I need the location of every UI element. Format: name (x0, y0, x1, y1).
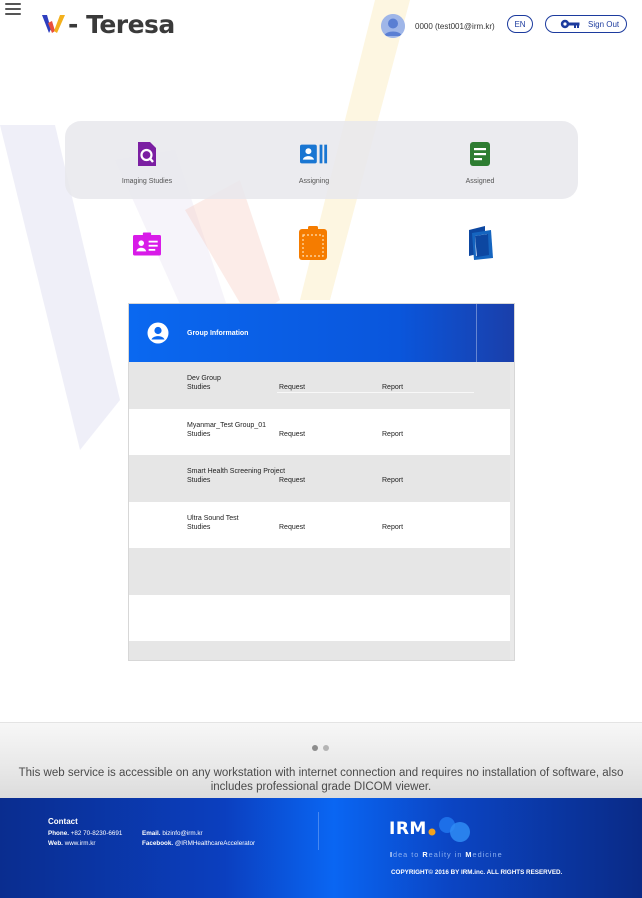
phone-line: Phone. +82 70-8230-6691 (48, 830, 122, 837)
studies-link[interactable]: Studies (187, 384, 210, 391)
contact-card-icon (133, 230, 161, 258)
group-name: Ultra Sound Test (187, 514, 239, 522)
empty-group-row (129, 641, 514, 660)
request-link[interactable]: Request (279, 477, 305, 484)
web-line: Web. www.irm.kr (48, 840, 95, 847)
app-title: - Teresa (68, 9, 175, 39)
key-icon (560, 19, 580, 29)
sign-out-label: Sign Out (588, 19, 620, 29)
studies-link[interactable]: Studies (187, 477, 210, 484)
menu-icon[interactable] (5, 3, 21, 15)
request-link[interactable]: Request (279, 431, 305, 438)
menu-assigning[interactable]: Assigning (288, 140, 340, 185)
empty-group-row (129, 594, 514, 641)
w-logo-icon (42, 15, 65, 33)
menu-contact-card[interactable] (130, 230, 164, 258)
group-name: Smart Health Screening Project (187, 468, 286, 475)
row-divider (277, 392, 474, 393)
menu-clipboard[interactable] (298, 226, 328, 260)
id-card-list-icon (300, 140, 328, 168)
group-information-header: Group Information (129, 304, 514, 362)
menu-book[interactable] (466, 226, 496, 260)
user-circle-icon (147, 322, 169, 344)
group-row: Ultra Sound Test Studies Request Report (129, 501, 514, 548)
group-name: Dev Group (187, 375, 221, 382)
footer-divider (318, 812, 319, 850)
carousel-dot-active[interactable] (312, 745, 318, 751)
group-information-title: Group Information (187, 329, 249, 337)
group-row: Dev Group Studies Request Report (129, 362, 514, 409)
email-label: Email. (142, 830, 161, 837)
menu-label: Imaging Studies (121, 178, 173, 185)
footer: Contact Phone. +82 70-8230-6691 Email. b… (0, 798, 642, 898)
phone-number[interactable]: +82 70-8230-6691 (71, 830, 123, 837)
menu-imaging-studies[interactable]: Imaging Studies (116, 140, 178, 185)
studies-link[interactable]: Studies (187, 431, 210, 438)
assignment-list-icon (466, 140, 494, 168)
app-logo[interactable]: - Teresa (42, 9, 175, 39)
web-url[interactable]: www.irm.kr (65, 840, 96, 847)
contact-title: Contact (48, 817, 78, 826)
email-address[interactable]: bizinfo@irm.kr (162, 830, 202, 837)
menu-label: Assigning (298, 178, 330, 185)
email-line: Email. bizinfo@irm.kr (142, 830, 203, 837)
language-button[interactable]: EN (507, 15, 533, 33)
report-link[interactable]: Report (382, 524, 403, 531)
empty-group-row (129, 548, 514, 595)
facebook-handle[interactable]: @IRMHealthcareAccelerator (175, 840, 255, 847)
group-information-panel: Group Information Dev Group Studies Requ… (128, 303, 515, 661)
service-description: This web service is accessible on any wo… (18, 767, 624, 793)
facebook-label: Facebook. (142, 840, 174, 847)
irm-logo-text: IRM (389, 819, 427, 839)
irm-tagline: Idea to Reality in Medicine (390, 850, 503, 859)
tagline-initial-m: M (465, 850, 473, 859)
user-info[interactable]: 0000 (test001@irm.kr) (381, 13, 495, 39)
tagline-part: dea to (393, 850, 423, 859)
report-link[interactable]: Report (382, 431, 403, 438)
copyright: COPYRIGHT© 2016 BY IRM.inc. ALL RIGHTS R… (391, 869, 563, 876)
carousel-dots (312, 745, 329, 751)
report-link[interactable]: Report (382, 384, 403, 391)
user-avatar-icon (381, 14, 405, 38)
sign-out-button[interactable]: Sign Out (545, 15, 627, 33)
user-id: 0000 (test001@irm.kr) (415, 21, 495, 31)
irm-logo: IRM (389, 815, 477, 843)
menu-assigned[interactable]: Assigned (461, 140, 499, 185)
tagline-part: edicine (472, 850, 503, 859)
clipboard-icon (299, 226, 327, 260)
request-link[interactable]: Request (279, 384, 305, 391)
studies-link[interactable]: Studies (187, 524, 210, 531)
facebook-line: Facebook. @IRMHealthcareAccelerator (142, 840, 255, 847)
irm-logo-circles-icon (428, 817, 470, 842)
group-row: Smart Health Screening Project Studies R… (129, 455, 514, 502)
document-search-icon (133, 140, 161, 168)
header-divider (476, 304, 477, 362)
book-icon (467, 226, 495, 260)
group-name: Myanmar_Test Group_01 (187, 421, 266, 429)
web-label: Web. (48, 840, 63, 847)
group-row: Myanmar_Test Group_01 Studies Request Re… (129, 408, 514, 455)
report-link[interactable]: Report (382, 477, 403, 484)
request-link[interactable]: Request (279, 524, 305, 531)
menu-label: Assigned (465, 178, 495, 185)
tagline-part: eality in (428, 850, 466, 859)
carousel-dot[interactable] (323, 745, 329, 751)
phone-label: Phone. (48, 830, 69, 837)
